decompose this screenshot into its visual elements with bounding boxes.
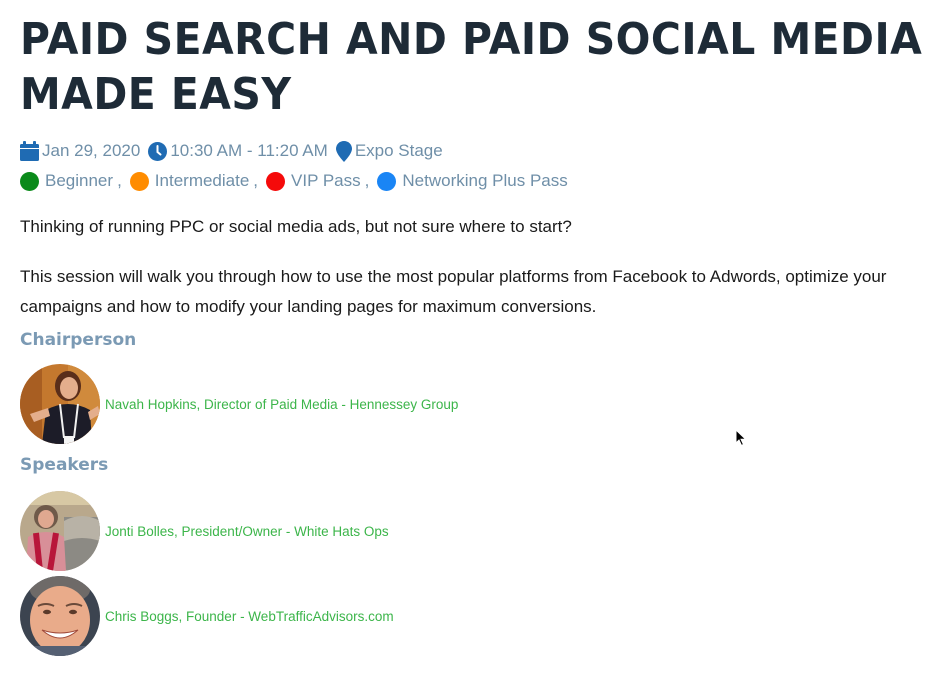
speaker-link[interactable]: Jonti Bolles, President/Owner - White Ha… bbox=[105, 524, 389, 539]
session-time: 10:30 AM - 11:20 AM bbox=[170, 141, 328, 160]
tag-beginner[interactable]: Beginner bbox=[45, 166, 113, 196]
tag-dot-icon bbox=[266, 171, 286, 191]
person-item[interactable]: Jonti Bolles, President/Owner - White Ha… bbox=[20, 491, 925, 571]
tag-intermediate[interactable]: Intermediate bbox=[155, 166, 250, 196]
session-schedule: Jan 29, 2020 10:30 AM - 11:20 AM Expo St… bbox=[20, 136, 925, 166]
session-detail: PAID SEARCH AND PAID SOCIAL MEDIA MADE E… bbox=[20, 12, 925, 656]
map-pin-icon bbox=[335, 140, 352, 162]
speakers-heading: Speakers bbox=[20, 455, 109, 475]
avatar[interactable] bbox=[20, 364, 100, 444]
session-title: PAID SEARCH AND PAID SOCIAL MEDIA MADE E… bbox=[20, 14, 923, 120]
session-description-body: This session will walk you through how t… bbox=[20, 267, 887, 316]
tag-vip-pass[interactable]: VIP Pass bbox=[291, 166, 361, 196]
session-date: Jan 29, 2020 bbox=[42, 141, 141, 160]
tag-dot-icon bbox=[20, 171, 39, 191]
tag-dot-icon bbox=[377, 171, 397, 191]
tag-separator: , bbox=[253, 171, 259, 190]
person-item[interactable]: Navah Hopkins, Director of Paid Media - … bbox=[20, 364, 925, 444]
session-description-intro: Thinking of running PPC or social media … bbox=[20, 217, 572, 236]
chairperson-link[interactable]: Navah Hopkins, Director of Paid Media - … bbox=[105, 397, 458, 412]
chairperson-list: Navah Hopkins, Director of Paid Media - … bbox=[20, 364, 925, 444]
mouse-cursor-icon bbox=[735, 428, 747, 451]
avatar[interactable] bbox=[20, 491, 100, 571]
chairperson-heading: Chairperson bbox=[20, 330, 137, 350]
session-location: Expo Stage bbox=[354, 141, 443, 160]
tag-separator: , bbox=[117, 171, 122, 190]
speakers-list: Jonti Bolles, President/Owner - White Ha… bbox=[20, 491, 925, 656]
calendar-icon bbox=[20, 141, 39, 161]
tag-networking-plus-pass[interactable]: Networking Plus Pass bbox=[402, 166, 567, 196]
session-meta: Jan 29, 2020 10:30 AM - 11:20 AM Expo St… bbox=[20, 136, 925, 196]
session-tags: Beginner , Intermediate , VIP Pass , Net… bbox=[20, 166, 925, 196]
avatar[interactable] bbox=[20, 576, 100, 656]
tag-separator: , bbox=[364, 171, 370, 190]
person-item[interactable]: Chris Boggs, Founder - WebTrafficAdvisor… bbox=[20, 576, 925, 656]
speaker-link[interactable]: Chris Boggs, Founder - WebTrafficAdvisor… bbox=[105, 609, 394, 624]
tag-dot-icon bbox=[129, 171, 149, 191]
clock-icon bbox=[148, 141, 168, 161]
